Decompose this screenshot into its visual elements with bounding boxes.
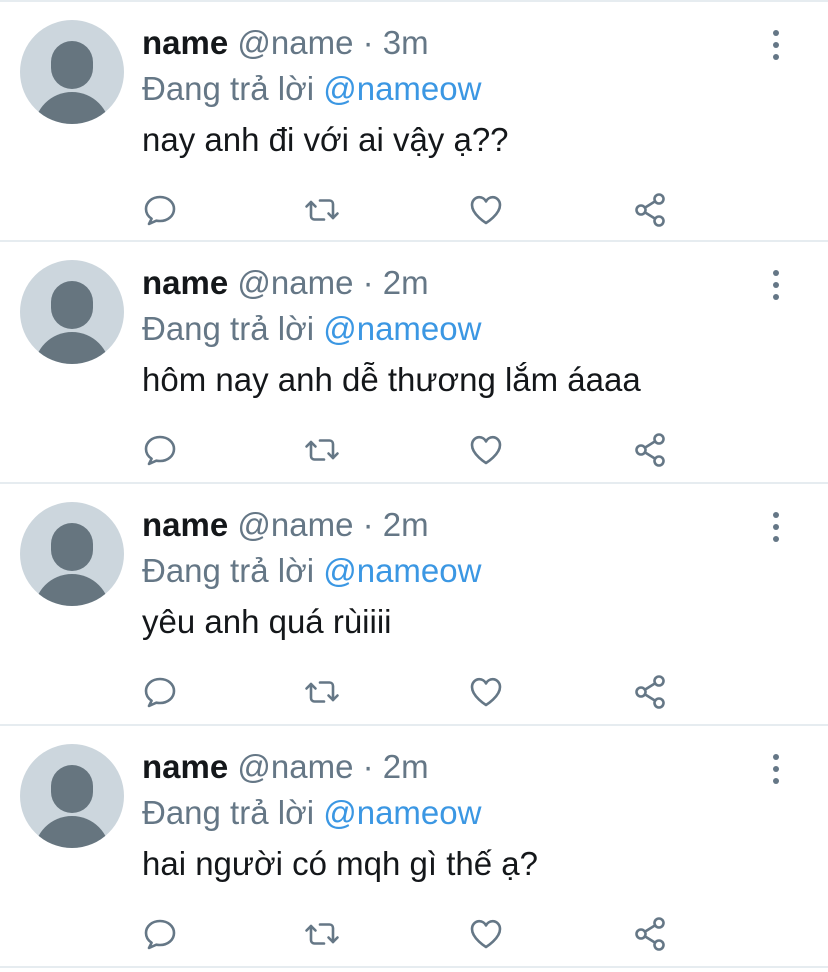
- more-vertical-icon[interactable]: [766, 512, 786, 542]
- avatar-body: [34, 92, 110, 124]
- tweet[interactable]: name @name · 2m Đang trả lời @nameow hôm…: [0, 242, 828, 484]
- timestamp[interactable]: 3m: [383, 24, 429, 61]
- avatar-body: [34, 816, 110, 848]
- heart-icon[interactable]: [466, 914, 506, 954]
- separator-dot: ·: [362, 748, 374, 785]
- share-icon[interactable]: [630, 914, 670, 954]
- default-avatar-icon[interactable]: [20, 260, 124, 364]
- separator-dot: ·: [362, 24, 374, 61]
- user-handle[interactable]: @name: [237, 506, 353, 543]
- timestamp[interactable]: 2m: [383, 264, 429, 301]
- share-icon[interactable]: [630, 430, 670, 470]
- avatar-head: [51, 523, 93, 571]
- tweet[interactable]: name @name · 2m Đang trả lời @nameow yêu…: [0, 484, 828, 726]
- display-name[interactable]: name: [142, 506, 228, 543]
- comment-icon[interactable]: [140, 430, 180, 470]
- reply-feed: name @name · 3m Đang trả lời @nameow nay…: [0, 0, 828, 972]
- tweet-text: nay anh đi với ai vậy ạ??: [142, 121, 509, 158]
- display-name[interactable]: name: [142, 748, 228, 785]
- tweet-text: hai người có mqh gì thế ạ?: [142, 845, 538, 882]
- tweet-content: name @name · 2m Đang trả lời @nameow hai…: [142, 744, 768, 892]
- more-vertical-icon[interactable]: [766, 754, 786, 784]
- user-handle[interactable]: @name: [237, 748, 353, 785]
- replying-to: Đang trả lời @nameow: [142, 66, 768, 112]
- retweet-icon[interactable]: [302, 672, 342, 712]
- mention-link[interactable]: @nameow: [323, 552, 481, 589]
- user-handle[interactable]: @name: [237, 264, 353, 301]
- default-avatar-icon[interactable]: [20, 502, 124, 606]
- replying-to-label: Đang trả lời: [142, 552, 315, 589]
- heart-icon[interactable]: [466, 190, 506, 230]
- replying-to-label: Đang trả lời: [142, 70, 315, 107]
- comment-icon[interactable]: [140, 190, 180, 230]
- action-bar: [140, 430, 680, 470]
- tweet-text: hôm nay anh dễ thương lắm áaaa: [142, 361, 641, 398]
- retweet-icon[interactable]: [302, 914, 342, 954]
- mention-link[interactable]: @nameow: [323, 794, 481, 831]
- share-icon[interactable]: [630, 672, 670, 712]
- avatar-head: [51, 765, 93, 813]
- retweet-icon[interactable]: [302, 430, 342, 470]
- tweet-header: name @name · 2m: [142, 502, 768, 548]
- tweet-header: name @name · 2m: [142, 744, 768, 790]
- replying-to-label: Đang trả lời: [142, 794, 315, 831]
- timestamp[interactable]: 2m: [383, 506, 429, 543]
- tweet-header: name @name · 2m: [142, 260, 768, 306]
- mention-link[interactable]: @nameow: [323, 70, 481, 107]
- action-bar: [140, 914, 680, 954]
- tweet-text: yêu anh quá rùiiii: [142, 603, 392, 640]
- tweet-content: name @name · 2m Đang trả lời @nameow hôm…: [142, 260, 768, 408]
- default-avatar-icon[interactable]: [20, 20, 124, 124]
- tweet-content: name @name · 3m Đang trả lời @nameow nay…: [142, 20, 768, 168]
- heart-icon[interactable]: [466, 672, 506, 712]
- mention-link[interactable]: @nameow: [323, 310, 481, 347]
- comment-icon[interactable]: [140, 672, 180, 712]
- comment-icon[interactable]: [140, 914, 180, 954]
- user-handle[interactable]: @name: [237, 24, 353, 61]
- share-icon[interactable]: [630, 190, 670, 230]
- timestamp[interactable]: 2m: [383, 748, 429, 785]
- replying-to: Đang trả lời @nameow: [142, 548, 768, 594]
- replying-to-label: Đang trả lời: [142, 310, 315, 347]
- avatar-head: [51, 41, 93, 89]
- more-vertical-icon[interactable]: [766, 30, 786, 60]
- action-bar: [140, 672, 680, 712]
- avatar-body: [34, 332, 110, 364]
- retweet-icon[interactable]: [302, 190, 342, 230]
- separator-dot: ·: [362, 506, 374, 543]
- action-bar: [140, 190, 680, 230]
- tweet[interactable]: name @name · 3m Đang trả lời @nameow nay…: [0, 0, 828, 242]
- tweet-content: name @name · 2m Đang trả lời @nameow yêu…: [142, 502, 768, 650]
- display-name[interactable]: name: [142, 24, 228, 61]
- tweet[interactable]: name @name · 2m Đang trả lời @nameow hai…: [0, 726, 828, 968]
- avatar-head: [51, 281, 93, 329]
- default-avatar-icon[interactable]: [20, 744, 124, 848]
- tweet-header: name @name · 3m: [142, 20, 768, 66]
- replying-to: Đang trả lời @nameow: [142, 790, 768, 836]
- separator-dot: ·: [362, 264, 374, 301]
- display-name[interactable]: name: [142, 264, 228, 301]
- heart-icon[interactable]: [466, 430, 506, 470]
- replying-to: Đang trả lời @nameow: [142, 306, 768, 352]
- more-vertical-icon[interactable]: [766, 270, 786, 300]
- avatar-body: [34, 574, 110, 606]
